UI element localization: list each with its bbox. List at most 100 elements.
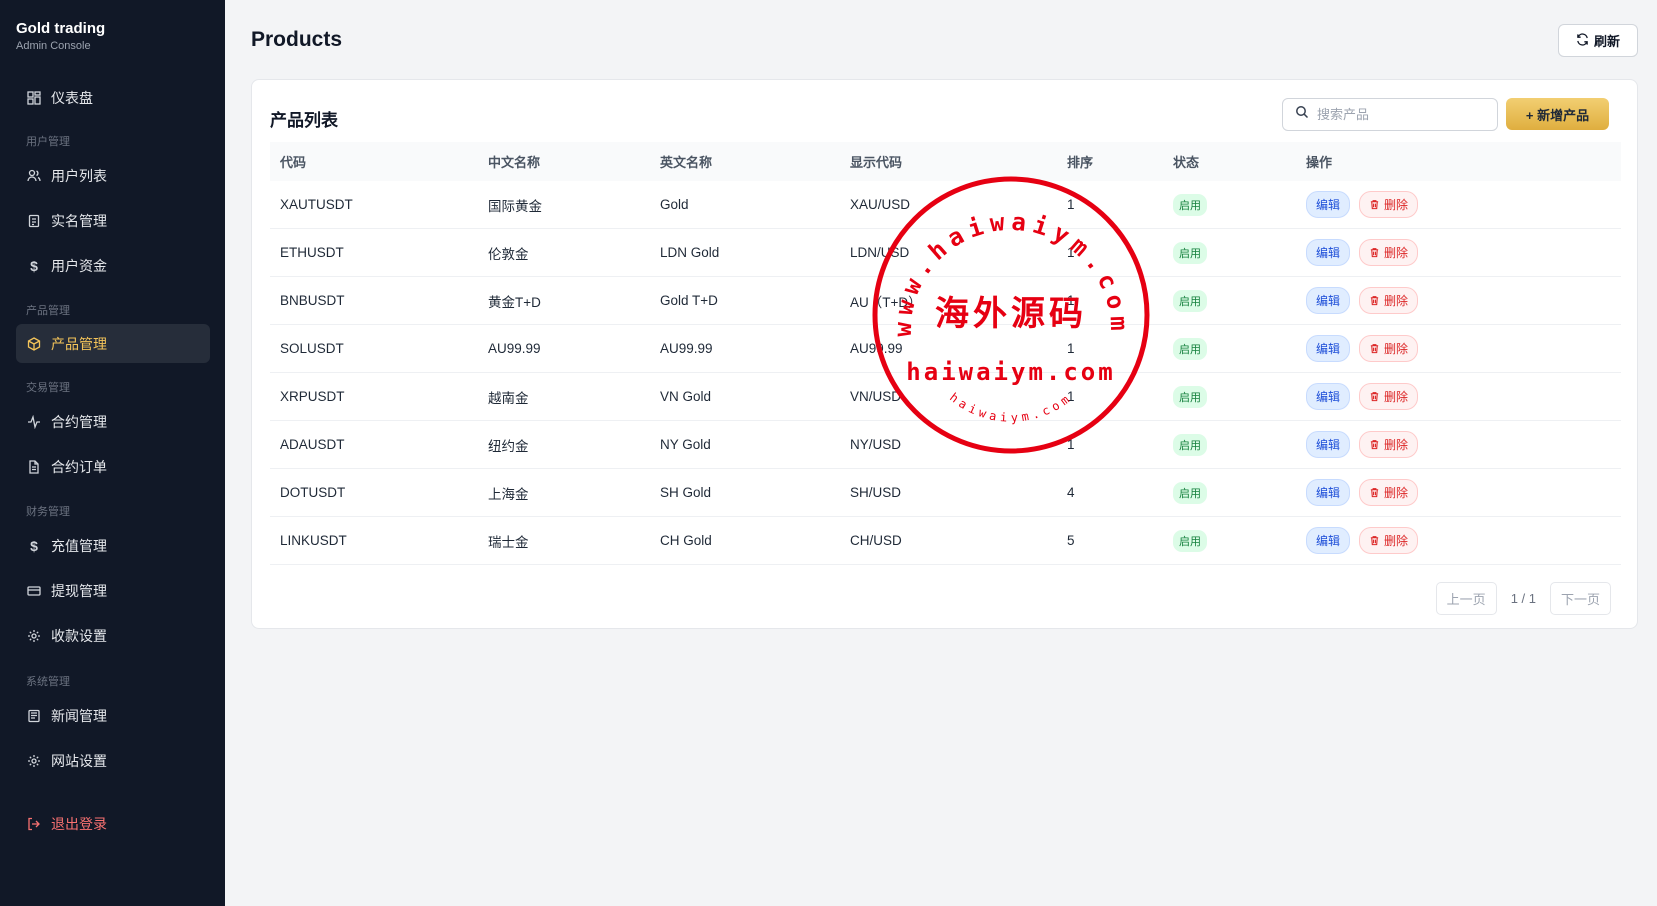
- delete-button[interactable]: 删除: [1359, 479, 1419, 506]
- sidebar-item-logout[interactable]: 退出登录: [16, 804, 210, 843]
- sidebar-item-contract-orders[interactable]: 合约订单: [16, 447, 210, 486]
- delete-button[interactable]: 删除: [1359, 335, 1419, 362]
- cell-status: 启用: [1173, 517, 1207, 564]
- box-icon: [27, 336, 41, 351]
- next-page-button[interactable]: 下一页: [1549, 582, 1611, 615]
- cell-status: 启用: [1173, 229, 1207, 276]
- delete-label: 删除: [1384, 486, 1409, 500]
- delete-button[interactable]: 删除: [1359, 527, 1419, 554]
- trash-icon: [1370, 392, 1379, 402]
- status-badge: 启用: [1173, 481, 1207, 504]
- table-row: DOTUSDT 上海金 SH Gold SH/USD 4 启用 编辑 删除: [270, 469, 1621, 517]
- sidebar-item-user-funds[interactable]: $ 用户资金: [16, 246, 210, 285]
- section-trading: 交易管理: [26, 382, 70, 394]
- edit-button[interactable]: 编辑: [1306, 335, 1351, 362]
- delete-label: 删除: [1384, 438, 1409, 452]
- edit-button[interactable]: 编辑: [1306, 479, 1351, 506]
- sidebar-item-label: 提现管理: [51, 582, 107, 599]
- delete-button[interactable]: 删除: [1359, 191, 1419, 218]
- sidebar: Gold trading Admin Console 仪表盘 用户管理 用户列表…: [0, 0, 225, 906]
- status-badge: 启用: [1173, 337, 1207, 360]
- gear-icon: [27, 629, 41, 643]
- section-finance: 财务管理: [26, 506, 70, 518]
- sidebar-item-kyc[interactable]: 实名管理: [16, 201, 210, 240]
- sidebar-item-news-mgmt[interactable]: 新闻管理: [16, 696, 210, 735]
- cell-code: SOLUSDT: [280, 341, 344, 356]
- status-badge: 启用: [1173, 241, 1207, 264]
- product-list-card: 产品列表 + 新增产品 代码 中文名称 英文名称 显示代码 排序 状态 操作 X…: [251, 79, 1638, 629]
- sidebar-item-payment-settings[interactable]: 收款设置: [16, 616, 210, 655]
- edit-button[interactable]: 编辑: [1306, 383, 1351, 410]
- table-row: SOLUSDT AU99.99 AU99.99 AU99.99 1 启用 编辑 删除: [270, 325, 1621, 373]
- cell-status: 启用: [1173, 373, 1207, 420]
- edit-button[interactable]: 编辑: [1306, 191, 1351, 218]
- sidebar-item-label: 合约订单: [51, 458, 107, 475]
- search-input[interactable]: [1317, 107, 1477, 122]
- trash-icon: [1370, 440, 1379, 450]
- edit-button[interactable]: 编辑: [1306, 287, 1351, 314]
- sidebar-item-user-list[interactable]: 用户列表: [16, 156, 210, 195]
- main-content: Products 刷新 产品列表 + 新增产品 代码 中文名称 英文名称 显示代…: [225, 0, 1657, 906]
- newspaper-icon: [27, 709, 41, 723]
- refresh-label: 刷新: [1593, 34, 1620, 49]
- table-header: 代码 中文名称 英文名称 显示代码 排序 状态 操作: [270, 142, 1621, 181]
- sidebar-item-label: 新闻管理: [51, 707, 107, 724]
- delete-button[interactable]: 删除: [1359, 431, 1419, 458]
- sidebar-item-label: 实名管理: [51, 212, 107, 229]
- cell-name-cn: AU99.99: [488, 341, 541, 356]
- delete-label: 删除: [1384, 294, 1409, 308]
- dollar-icon: $: [30, 257, 38, 274]
- sidebar-item-deposit-mgmt[interactable]: $ 充值管理: [16, 526, 210, 565]
- cell-display-code: AU（T+D）: [850, 294, 922, 310]
- sidebar-item-product-mgmt[interactable]: 产品管理: [16, 324, 210, 363]
- cell-display-code: LDN/USD: [850, 245, 910, 260]
- cell-name-cn: 伦敦金: [488, 246, 529, 262]
- trash-icon: [1370, 200, 1379, 210]
- delete-label: 删除: [1384, 534, 1409, 548]
- status-badge: 启用: [1173, 529, 1207, 552]
- sidebar-item-site-settings[interactable]: 网站设置: [16, 741, 210, 780]
- status-badge: 启用: [1173, 433, 1207, 456]
- gear-icon: [27, 754, 41, 768]
- cell-code: XAUTUSDT: [280, 197, 353, 212]
- table-row: XRPUSDT 越南金 VN Gold VN/USD 1 启用 编辑 删除: [270, 373, 1621, 421]
- page-title: Products: [251, 28, 343, 51]
- edit-button[interactable]: 编辑: [1306, 527, 1351, 554]
- file-icon: [27, 459, 41, 474]
- status-badge: 启用: [1173, 193, 1207, 216]
- prev-page-button[interactable]: 上一页: [1435, 582, 1497, 615]
- cell-name-cn: 纽约金: [488, 438, 529, 454]
- cell-sort: 1: [1067, 245, 1075, 260]
- status-badge: 启用: [1173, 385, 1207, 408]
- edit-button[interactable]: 编辑: [1306, 431, 1351, 458]
- sidebar-item-dashboard[interactable]: 仪表盘: [16, 78, 210, 117]
- edit-button[interactable]: 编辑: [1306, 239, 1351, 266]
- column-header-status: 状态: [1173, 155, 1200, 170]
- table-row: ETHUSDT 伦敦金 LDN Gold LDN/USD 1 启用 编辑 删除: [270, 229, 1621, 277]
- cell-display-code: XAU/USD: [850, 197, 911, 212]
- cell-name-en: NY Gold: [660, 437, 711, 452]
- cell-display-code: NY/USD: [850, 437, 902, 452]
- brand-subtitle: Admin Console: [16, 40, 91, 52]
- table-body: XAUTUSDT 国际黄金 Gold XAU/USD 1 启用 编辑 删除 ETHUSDT 伦敦金…: [270, 181, 1621, 565]
- sidebar-item-label: 网站设置: [51, 752, 107, 769]
- cell-sort: 4: [1067, 485, 1075, 500]
- column-header-name-cn: 中文名称: [488, 155, 541, 170]
- delete-button[interactable]: 删除: [1359, 239, 1419, 266]
- refresh-button[interactable]: 刷新: [1558, 24, 1638, 57]
- cell-name-en: AU99.99: [660, 341, 713, 356]
- table-row: LINKUSDT 瑞士金 CH Gold CH/USD 5 启用 编辑 删除: [270, 517, 1621, 565]
- page-info: 1 / 1: [1510, 591, 1536, 606]
- delete-button[interactable]: 删除: [1359, 287, 1419, 314]
- add-product-button[interactable]: + 新增产品: [1506, 98, 1609, 130]
- sidebar-item-contract-mgmt[interactable]: 合约管理: [16, 402, 210, 441]
- sidebar-item-withdraw-mgmt[interactable]: 提现管理: [16, 571, 210, 610]
- sidebar-item-label: 用户资金: [51, 257, 107, 274]
- search-box: [1282, 98, 1498, 131]
- sidebar-item-label: 仪表盘: [51, 89, 93, 106]
- cell-sort: 1: [1067, 341, 1075, 356]
- column-header-sort: 排序: [1067, 155, 1094, 170]
- delete-label: 删除: [1384, 246, 1409, 260]
- cell-status: 启用: [1173, 421, 1207, 468]
- delete-button[interactable]: 删除: [1359, 383, 1419, 410]
